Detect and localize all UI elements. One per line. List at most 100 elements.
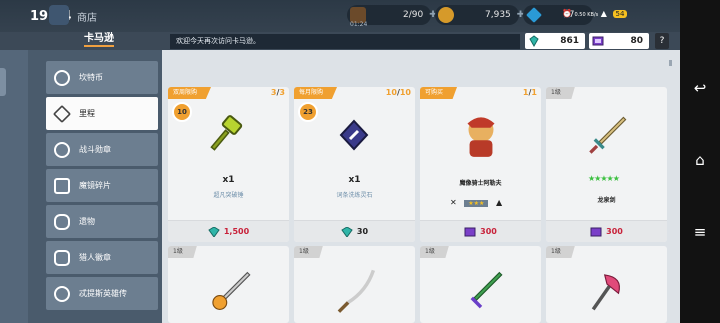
shop-card[interactable]: 1级 (546, 246, 667, 323)
stamina-value: 2/90 (403, 10, 424, 20)
level-badge: 10 (172, 102, 192, 122)
shop-card[interactable]: 可购买 1/1 魔像骑士阿勒夫 ✕ ★★★ ▲ 300 (420, 87, 541, 242)
sidebar-item-battle-medal[interactable]: 战斗勋章 (46, 133, 158, 166)
ticket-currency-value: 80 (630, 36, 643, 46)
medal-icon (54, 141, 70, 158)
shop-card[interactable]: 每月限购 10/10 23 x1 词条洗练灵石 30 (294, 87, 415, 242)
relic-icon (54, 213, 70, 230)
class-icon: ▲ (495, 198, 503, 207)
hero-affiliation: ✕ ★★★ ▲ (450, 198, 507, 207)
sidebar-item-label: 遗物 (79, 217, 95, 226)
shop-card[interactable]: 双周限购 3/3 10 x1 超凡突破锤 1,500 (168, 87, 289, 242)
star-rating: ★★★★★ (588, 174, 620, 183)
ticket-icon (590, 227, 602, 236)
sidebar-item-coin[interactable]: 坎特币 (46, 61, 158, 94)
gold-coin-icon (438, 7, 454, 23)
stamina-timer: 01:24 (350, 21, 368, 28)
sidebar-item-label: 坎特币 (79, 73, 103, 82)
axe-icon (591, 274, 620, 311)
system-status: ⏰ 0.50 KB/s ▲ 54 (562, 9, 628, 18)
item-name: 超凡突破锤 (213, 192, 244, 199)
card-tag: 双周限购 (168, 87, 212, 99)
shop-card[interactable]: 1级 ★★★★★ 龙泉剑 300 (546, 87, 667, 242)
gem-currency-value: 861 (560, 36, 579, 46)
price-row[interactable]: 30 (294, 220, 415, 242)
price-value: 1,500 (223, 227, 250, 236)
sidebar-item-label: 忒提斯英雄传 (79, 289, 127, 298)
sidebar-item-label: 魔镜碎片 (79, 181, 111, 190)
hero-icon (54, 285, 70, 302)
item-quantity: x1 (348, 175, 361, 185)
system-nav-bar: ↩ ⌂ ≡ (680, 0, 720, 323)
shop-icon (49, 5, 69, 25)
sidebar-item-hero-saga[interactable]: 忒提斯英雄传 (46, 277, 158, 310)
gem-icon (526, 7, 542, 23)
ticket-currency-box: 80 (589, 33, 649, 49)
sidebar-item-relic[interactable]: 遗物 (46, 205, 158, 238)
net-speed: 0.50 KB/s (574, 12, 599, 18)
sword-icon (470, 271, 503, 309)
katana-icon (337, 269, 376, 313)
sidebar-item-mirror-shard[interactable]: 魔镜碎片 (46, 169, 158, 202)
home-icon[interactable]: ⌂ (690, 150, 710, 170)
price-row[interactable]: 300 (420, 220, 541, 242)
sword-icon (212, 271, 251, 310)
price-value: 300 (480, 227, 497, 236)
card-tag: 1级 (294, 246, 323, 258)
rail-tab[interactable] (0, 68, 6, 96)
sword-icon (589, 116, 627, 154)
price-row[interactable]: 1,500 (168, 220, 289, 242)
hero-portrait-icon (467, 117, 495, 157)
shop-card[interactable]: 1级 (168, 246, 289, 323)
item-name: 词条洗练灵石 (336, 192, 373, 199)
game-logo: 卡马逊 (84, 33, 114, 47)
purchase-limit: 3/3 (270, 88, 285, 97)
item-name: 龙泉剑 (597, 197, 616, 204)
shop-card[interactable]: 1级 (420, 246, 541, 323)
welcome-marquee: 欢迎今天再次访问卡马逊。 (170, 34, 520, 49)
sidebar-item-mileage[interactable]: 里程 (46, 97, 158, 130)
gem-icon (341, 226, 353, 237)
shop-card[interactable]: 1级 (294, 246, 415, 323)
hunter-icon (54, 249, 70, 266)
mirror-icon (54, 177, 70, 194)
gold-counter[interactable]: 7,935 ✚ (435, 5, 524, 25)
card-tag: 1级 (546, 246, 575, 258)
menu-icon[interactable]: ≡ (690, 222, 710, 242)
mileage-icon (52, 104, 72, 123)
back-icon[interactable]: ↩ (690, 78, 710, 98)
price-value: 30 (356, 227, 369, 236)
level-badge: 23 (298, 102, 318, 122)
card-tag: 可购买 (420, 87, 458, 99)
sword-cross-icon: ✕ (450, 198, 457, 207)
card-tag: 每月限购 (294, 87, 338, 99)
scrollbar[interactable] (669, 60, 672, 66)
item-name: 魔像骑士阿勒夫 (459, 180, 502, 187)
price-row[interactable]: 300 (546, 220, 667, 242)
card-tag: 1级 (420, 246, 449, 258)
gem-icon (529, 35, 539, 47)
page-title: 商店 (77, 13, 97, 24)
item-quantity: x1 (222, 175, 235, 185)
sidebar-item-label: 战斗勋章 (79, 145, 111, 154)
purchase-limit: 10/10 (385, 88, 411, 97)
card-tag: 1级 (546, 87, 575, 99)
purchase-limit: 1/1 (522, 88, 537, 97)
battery-badge: 54 (612, 10, 628, 18)
sidebar-item-label: 里程 (79, 109, 95, 118)
spirit-stone-icon (339, 119, 369, 151)
ticket-icon (464, 227, 476, 236)
price-value: 300 (606, 227, 623, 236)
help-button[interactable]: ? (655, 33, 669, 49)
hammer-icon (210, 115, 243, 151)
top-bar: 19:44 商店 2/90✚ 01:24 7,935✚ 77 ⏰ 0.50 KB… (0, 0, 680, 32)
sidebar-item-hunter-badge[interactable]: 猎人徽章 (46, 241, 158, 274)
alarm-icon: ⏰ (562, 9, 572, 18)
wifi-icon: ▲ (600, 9, 607, 18)
star-rank-icon: ★★★ (464, 200, 489, 207)
gem-icon (208, 226, 220, 237)
gem-currency-box: 861 (525, 33, 585, 49)
sidebar-item-label: 猎人徽章 (79, 253, 111, 262)
ticket-icon (592, 36, 604, 46)
coin-icon (54, 69, 70, 86)
